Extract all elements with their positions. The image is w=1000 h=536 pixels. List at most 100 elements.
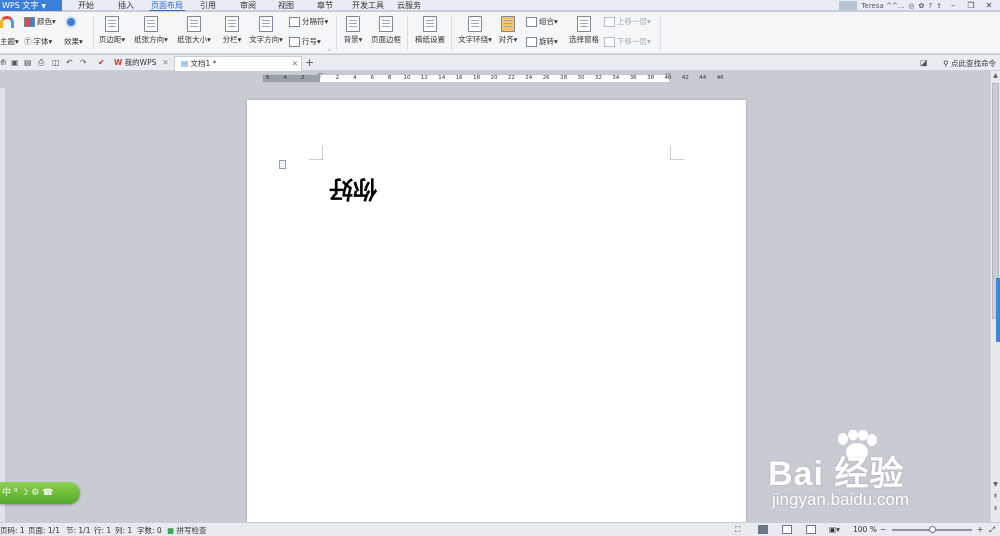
save-icon[interactable]: ▣	[11, 58, 19, 67]
status-row[interactable]: 行: 1	[94, 525, 111, 536]
command-search-label: 点此查找命令	[951, 59, 996, 68]
horizontal-ruler[interactable]: 6 4 2 2 4 6 8 10 12 14 16 18 20 22 24 26 28 30 32 34 36 38 40 4…	[262, 74, 724, 83]
right-indent-marker-icon[interactable]: ▽	[666, 72, 671, 79]
selection-pane-button[interactable]: 选择窗格	[564, 14, 604, 45]
sync-icon[interactable]: ◎	[908, 2, 914, 10]
breaks-icon	[289, 16, 300, 27]
zoom-in-icon[interactable]: +	[977, 525, 983, 534]
ime-toolbar[interactable]: 中 ⁹ ☽ ⚙ ☎	[0, 482, 80, 504]
page-setup-dialog-launcher[interactable]: ⌟	[327, 45, 330, 52]
preview-icon[interactable]: ◫	[52, 58, 60, 67]
document-page[interactable]: 你好	[247, 100, 746, 525]
document-text[interactable]: 你好	[329, 174, 377, 209]
status-word-count[interactable]: 字数: 0	[137, 525, 162, 536]
zoom-slider-handle[interactable]	[929, 526, 936, 533]
color-button[interactable]: 颜色 ▾	[24, 16, 56, 27]
tab-my-wps[interactable]: W 我的WPS ✕	[108, 56, 175, 71]
redo-icon[interactable]: ↷	[80, 58, 87, 67]
tab-page-layout[interactable]: 页面布局	[149, 0, 185, 11]
web-view-icon[interactable]	[806, 525, 816, 534]
open-icon[interactable]: ⟰	[0, 58, 7, 67]
ruler-tick-label: 28	[560, 75, 568, 81]
reading-view-icon[interactable]: ▣▾	[829, 525, 840, 534]
theme-label[interactable]: 主题 ▾	[0, 36, 19, 47]
wps-logo-button[interactable]: WPS 文字 ▼	[0, 0, 62, 11]
skin-icon[interactable]: ✿	[919, 2, 925, 10]
zoom-level[interactable]: 100 %	[853, 525, 877, 534]
prev-page-icon[interactable]: ⇞	[991, 493, 1000, 500]
effect-icon-button[interactable]	[65, 16, 77, 28]
fullscreen-icon[interactable]: ⛶	[735, 525, 740, 535]
export-icon[interactable]: ▤	[24, 58, 32, 67]
command-search[interactable]: ⚲ 点此查找命令	[943, 58, 996, 69]
tab-home[interactable]: 开始	[78, 0, 94, 11]
close-icon[interactable]: ✕	[162, 58, 168, 67]
close-icon[interactable]: ✕	[982, 1, 996, 11]
send-backward-button[interactable]: 下移一层 ▾	[604, 36, 651, 47]
breaks-text: 分隔符	[302, 17, 325, 26]
restore-icon[interactable]: ❐	[964, 1, 978, 11]
ruler-tick-label: 34	[612, 75, 620, 81]
undo-icon[interactable]: ↶	[66, 58, 73, 67]
zoom-out-icon[interactable]: −	[880, 525, 886, 534]
status-section[interactable]: 节: 1/1	[66, 525, 90, 536]
scroll-down-icon[interactable]: ▼	[991, 481, 1000, 488]
ruler-tick-label: 18	[473, 75, 481, 81]
margins-button[interactable]: 页边距▾	[92, 14, 132, 45]
next-page-icon[interactable]: ⇟	[991, 505, 1000, 512]
paragraph-layout-icon[interactable]	[279, 160, 286, 169]
menu-bar: WPS 文字 ▼ 开始 插入 页面布局 引用 审阅 视图 章节 开发工具 云服务 …	[0, 0, 1000, 11]
chevron-down-icon: ▼	[41, 3, 46, 10]
page-view-icon[interactable]	[758, 525, 768, 534]
spell-check-toggle[interactable]: ■ 拼写检查	[167, 525, 206, 536]
pin-icon[interactable]: ✔	[98, 58, 105, 67]
status-column[interactable]: 列: 1	[115, 525, 132, 536]
theme-button[interactable]	[0, 16, 14, 28]
tab-references[interactable]: 引用	[200, 0, 216, 11]
page-border-text: 页面边框	[371, 35, 401, 44]
divider	[451, 16, 452, 50]
print-icon[interactable]: ⎙	[38, 58, 44, 68]
selection-pane-icon	[577, 16, 591, 32]
tab-review[interactable]: 审阅	[240, 0, 256, 11]
orientation-button[interactable]: 纸张方向▾	[131, 14, 171, 45]
avatar[interactable]	[839, 1, 858, 10]
upload-icon[interactable]: ⇪	[936, 2, 942, 10]
outline-view-icon[interactable]	[782, 525, 792, 534]
status-page-number[interactable]: 页码: 1	[0, 525, 25, 536]
tab-cloud[interactable]: 云服务	[397, 0, 421, 11]
font-button[interactable]: Ⓣ 字体 ▾	[24, 36, 52, 47]
tab-chapter[interactable]: 章节	[317, 0, 333, 11]
layout-icon[interactable]: ◪	[920, 58, 928, 67]
user-name[interactable]: Teresa ^^...	[861, 2, 904, 10]
group-button[interactable]: 组合 ▾	[526, 16, 558, 27]
tab-document1[interactable]: ▤ 文档1 * ✕	[174, 56, 302, 71]
wrap-text-button[interactable]: 文字环绕▾	[455, 14, 495, 45]
rotate-button[interactable]: 旋转 ▾	[526, 36, 558, 47]
tab-developer[interactable]: 开发工具	[352, 0, 384, 11]
status-pages[interactable]: 页面: 1/1	[28, 525, 60, 536]
side-panel-handle[interactable]	[996, 278, 1000, 342]
indent-marker-icon[interactable]: ▽	[318, 72, 323, 79]
fit-page-icon[interactable]: ⤢	[989, 525, 995, 535]
paper-size-button[interactable]: 纸张大小▾	[174, 14, 214, 45]
text-direction-button[interactable]: 文字方向▾	[246, 14, 286, 45]
close-icon[interactable]: ✕	[292, 57, 298, 71]
effect-icon	[65, 16, 77, 28]
manuscript-settings-button[interactable]: 稿纸设置	[410, 14, 450, 45]
tab-insert[interactable]: 插入	[118, 0, 134, 11]
scroll-up-icon[interactable]: ▲	[991, 72, 1000, 79]
minimize-icon[interactable]: –	[946, 1, 960, 11]
effect-button[interactable]: 效果 ▾	[64, 36, 83, 47]
bring-forward-button[interactable]: 上移一层 ▾	[604, 16, 651, 27]
line-numbers-button[interactable]: 行号 ▾	[289, 36, 321, 47]
help-icon[interactable]: ?	[928, 2, 932, 10]
vertical-ruler[interactable]	[0, 88, 6, 522]
new-tab-button[interactable]: +	[305, 56, 314, 69]
tab-view[interactable]: 视图	[278, 0, 294, 11]
tab-document1-label: 文档1 *	[190, 59, 217, 68]
breaks-button[interactable]: 分隔符 ▾	[289, 16, 328, 27]
page-border-button[interactable]: 页面边框	[366, 14, 406, 45]
align-button[interactable]: 对齐▾	[492, 14, 524, 45]
document-icon: ▤	[181, 59, 189, 68]
